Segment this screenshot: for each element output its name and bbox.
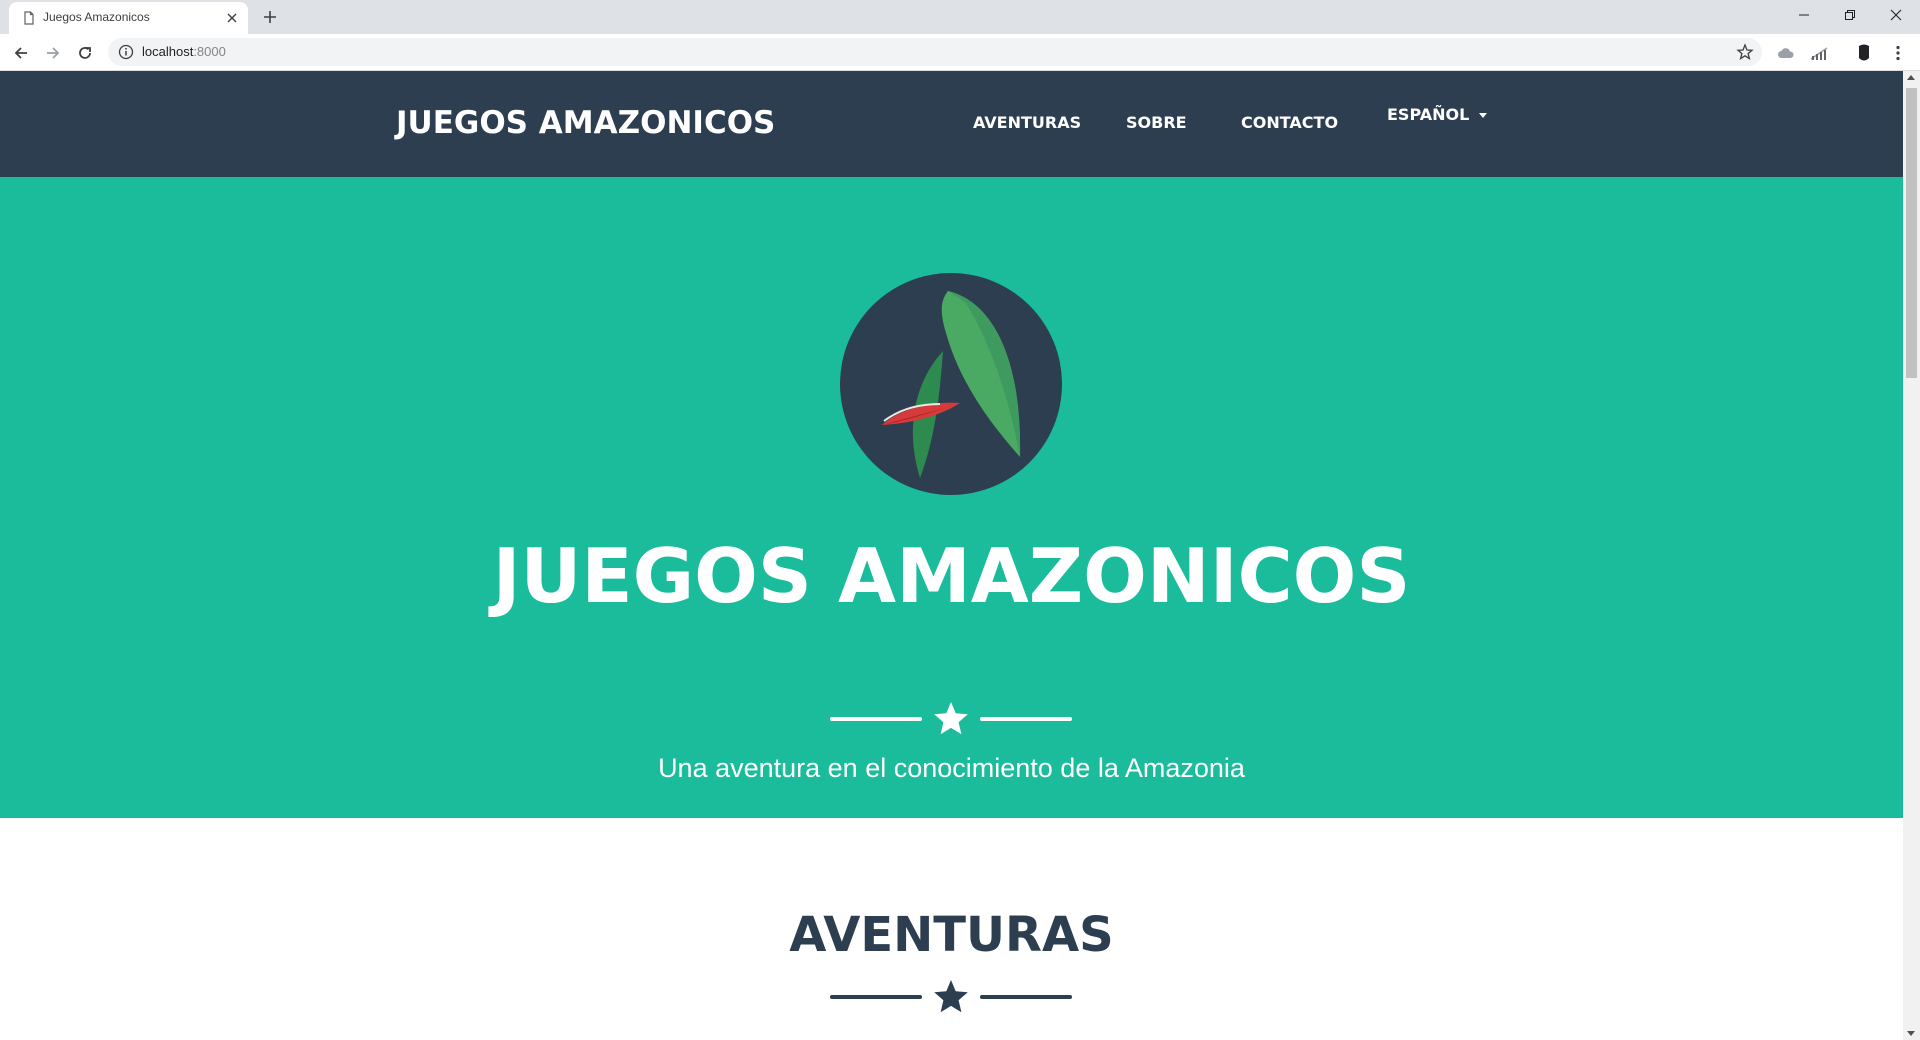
scroll-up-arrow-icon[interactable] [1907, 75, 1915, 80]
close-window-button[interactable] [1873, 0, 1919, 30]
forward-button[interactable] [42, 42, 64, 64]
minimize-icon [1799, 14, 1809, 16]
browser-tab[interactable]: Juegos Amazonicos [9, 2, 248, 34]
masthead-subtitle: Una aventura en el conocimiento de la Am… [658, 753, 1245, 783]
profile-button[interactable] [1853, 42, 1875, 64]
url-port: :8000 [193, 44, 226, 59]
star-divider [830, 977, 1072, 1017]
restore-icon [1845, 10, 1855, 20]
restore-button[interactable] [1827, 0, 1873, 30]
navbar-brand[interactable]: JUEGOS AMAZONICOS [396, 105, 775, 141]
scroll-down-arrow-icon[interactable] [1907, 1031, 1915, 1036]
back-arrow-icon [14, 47, 27, 59]
cloud-icon [1778, 48, 1794, 58]
signal-icon [1810, 47, 1828, 60]
minimize-button[interactable] [1781, 0, 1827, 30]
caret-down-icon [1479, 113, 1488, 118]
close-icon [1890, 9, 1902, 21]
nav-link-aventuras[interactable]: AVENTURAS [973, 113, 1081, 132]
star-icon [934, 702, 968, 735]
nav-link-sobre[interactable]: SOBRE [1126, 113, 1187, 132]
tab-strip: Juegos Amazonicos [0, 0, 1920, 34]
star-icon [934, 980, 968, 1013]
more-vert-icon [1896, 45, 1900, 61]
nav-link-contacto[interactable]: CONTACTO [1241, 113, 1338, 132]
browser-toolbar: localhost:8000 [0, 34, 1920, 71]
divider-line [980, 995, 1072, 999]
page-viewport: JUEGOS AMAZONICOS AVENTURAS SOBRE CONTAC… [0, 71, 1903, 1040]
extension-cloud[interactable] [1775, 42, 1797, 64]
reload-button[interactable] [74, 42, 96, 64]
leaf-logo-icon [840, 273, 1062, 495]
scroll-thumb[interactable] [1906, 88, 1917, 378]
divider-line [830, 995, 922, 999]
language-dropdown[interactable]: ESPAÑOL [1387, 105, 1488, 124]
back-button[interactable] [10, 42, 32, 64]
close-icon[interactable] [224, 10, 240, 26]
section-heading-aventuras: AVENTURAS [789, 907, 1114, 963]
info-icon[interactable] [118, 44, 134, 60]
language-label: ESPAÑOL [1387, 105, 1470, 124]
star-divider [830, 699, 1072, 739]
tab-title: Juegos Amazonicos [43, 10, 150, 24]
divider-line [830, 717, 922, 721]
divider-line [980, 717, 1072, 721]
url-host: localhost [142, 44, 194, 59]
extension-signal[interactable] [1808, 42, 1830, 64]
page-scrollbar[interactable] [1903, 71, 1920, 1040]
extension-shield-icon [1859, 44, 1869, 61]
plus-icon[interactable] [261, 8, 279, 26]
reload-icon [79, 47, 91, 59]
masthead: JUEGOS AMAZONICOS Una aventura en el con… [0, 177, 1903, 818]
site-navbar: JUEGOS AMAZONICOS AVENTURAS SOBRE CONTAC… [0, 71, 1903, 177]
address-bar[interactable]: localhost:8000 [108, 38, 1762, 66]
menu-button[interactable] [1887, 42, 1909, 64]
star-icon[interactable] [1736, 43, 1754, 61]
forward-arrow-icon [47, 47, 60, 59]
page-icon [24, 11, 34, 25]
url-text: localhost:8000 [142, 44, 226, 59]
masthead-title: JUEGOS AMAZONICOS [492, 532, 1411, 620]
